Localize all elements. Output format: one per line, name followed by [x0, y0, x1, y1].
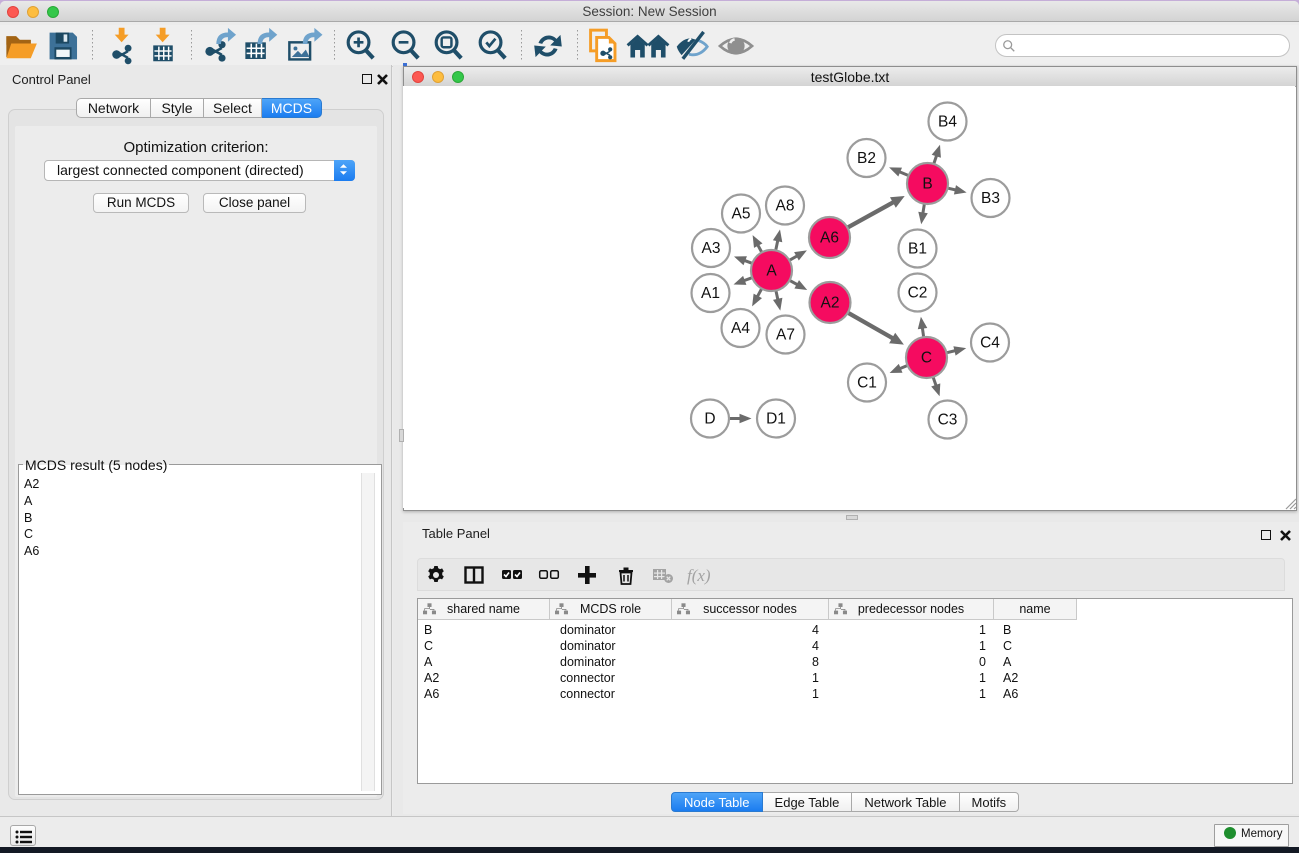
svg-text:C1: C1	[857, 375, 877, 392]
svg-text:C: C	[921, 350, 932, 367]
svg-text:A7: A7	[776, 327, 795, 344]
svg-text:A1: A1	[701, 285, 720, 302]
svg-text:A4: A4	[731, 320, 750, 337]
svg-text:C2: C2	[908, 285, 928, 302]
svg-text:B2: B2	[857, 150, 876, 167]
svg-text:A: A	[766, 263, 777, 280]
svg-text:A6: A6	[820, 230, 839, 247]
svg-text:A5: A5	[732, 206, 751, 223]
svg-text:D: D	[704, 411, 715, 428]
svg-text:B: B	[922, 176, 932, 193]
svg-text:B1: B1	[908, 241, 927, 258]
svg-text:D1: D1	[766, 411, 786, 428]
svg-text:A3: A3	[702, 240, 721, 257]
svg-text:B4: B4	[938, 114, 957, 131]
svg-text:B3: B3	[981, 190, 1000, 207]
svg-text:C3: C3	[938, 412, 958, 429]
svg-text:f(x): f(x)	[687, 566, 711, 585]
svg-text:A2: A2	[821, 295, 840, 312]
svg-text:A8: A8	[776, 198, 795, 215]
svg-text:C4: C4	[980, 335, 1000, 352]
